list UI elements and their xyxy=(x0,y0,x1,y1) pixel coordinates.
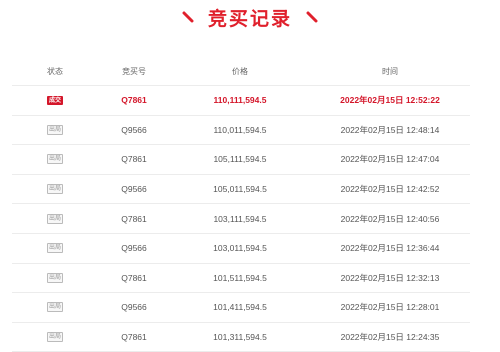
status-badge: 成交 xyxy=(46,95,63,105)
bid-number-cell: Q7861 xyxy=(121,154,147,165)
time-cell: 2022年02月15日 12:24:35 xyxy=(340,332,440,343)
slash-deco-right-icon xyxy=(306,11,318,23)
bid-number-cell: Q9566 xyxy=(121,184,147,195)
status-badge: 出局 xyxy=(46,302,63,313)
time-cell: 2022年02月15日 12:40:56 xyxy=(340,213,440,224)
table-row: 出局 Q7861 105,111,594.5 2022年02月15日 12:47… xyxy=(12,145,470,175)
table-row: 出局 Q9566 110,011,594.5 2022年02月15日 12:48… xyxy=(12,116,470,146)
table-row: 出局 Q7861 101,311,594.5 2022年02月15日 12:24… xyxy=(12,323,470,352)
status-badge: 出局 xyxy=(46,154,63,165)
time-cell: 2022年02月15日 12:42:52 xyxy=(340,184,440,195)
time-cell: 2022年02月15日 12:52:22 xyxy=(340,95,440,106)
bid-number-cell: Q9566 xyxy=(121,124,147,135)
price-cell: 101,311,594.5 xyxy=(213,332,267,343)
price-cell: 101,511,594.5 xyxy=(213,272,267,283)
price-cell: 110,011,594.5 xyxy=(213,124,267,135)
status-badge: 出局 xyxy=(46,213,63,224)
table-row: 出局 Q7861 103,111,594.5 2022年02月15日 12:40… xyxy=(12,204,470,234)
time-cell: 2022年02月15日 12:28:01 xyxy=(340,302,440,313)
header-time: 时间 xyxy=(382,66,398,76)
table-row: 出局 Q9566 101,411,594.5 2022年02月15日 12:28… xyxy=(12,293,470,323)
price-cell: 103,111,594.5 xyxy=(213,213,267,224)
table-row: 出局 Q7861 101,511,594.5 2022年02月15日 12:32… xyxy=(12,264,470,294)
price-cell: 101,411,594.5 xyxy=(213,302,267,313)
status-badge: 出局 xyxy=(46,332,63,343)
bid-number-cell: Q7861 xyxy=(121,332,147,343)
table-row: 出局 Q9566 105,011,594.5 2022年02月15日 12:42… xyxy=(12,175,470,205)
price-cell: 103,011,594.5 xyxy=(213,243,267,254)
table-row: 成交 Q7861 110,111,594.5 2022年02月15日 12:52… xyxy=(12,86,470,116)
bid-number-cell: Q7861 xyxy=(121,213,147,224)
status-badge: 出局 xyxy=(46,272,63,283)
price-cell: 105,111,594.5 xyxy=(213,154,267,165)
slash-deco-left-icon xyxy=(182,11,194,23)
page-title: 竞买记录 xyxy=(207,7,292,30)
time-cell: 2022年02月15日 12:48:14 xyxy=(340,124,440,135)
bid-number-cell: Q7861 xyxy=(121,272,147,283)
page-header: 竞买记录 xyxy=(0,4,500,30)
time-cell: 2022年02月15日 12:47:04 xyxy=(340,154,440,165)
bid-number-cell: Q7861 xyxy=(121,95,147,106)
time-cell: 2022年02月15日 12:36:44 xyxy=(340,243,440,254)
status-badge: 出局 xyxy=(46,243,63,254)
time-cell: 2022年02月15日 12:32:13 xyxy=(340,272,440,283)
header-price: 价格 xyxy=(232,66,248,76)
status-badge: 出局 xyxy=(46,124,63,135)
price-cell: 110,111,594.5 xyxy=(213,95,267,106)
table-row: 出局 Q9566 103,011,594.5 2022年02月15日 12:36… xyxy=(12,234,470,264)
bid-record-table: 状态 竞买号 价格 时间 成交 Q7861 110,111,594.5 2022… xyxy=(12,57,470,352)
header-bid-number: 竞买号 xyxy=(122,66,146,76)
header-status: 状态 xyxy=(47,66,63,76)
bid-number-cell: Q9566 xyxy=(121,243,147,254)
bid-number-cell: Q9566 xyxy=(121,302,147,313)
price-cell: 105,011,594.5 xyxy=(213,184,267,195)
status-badge: 出局 xyxy=(46,184,63,195)
table-header: 状态 竞买号 价格 时间 xyxy=(12,57,470,86)
